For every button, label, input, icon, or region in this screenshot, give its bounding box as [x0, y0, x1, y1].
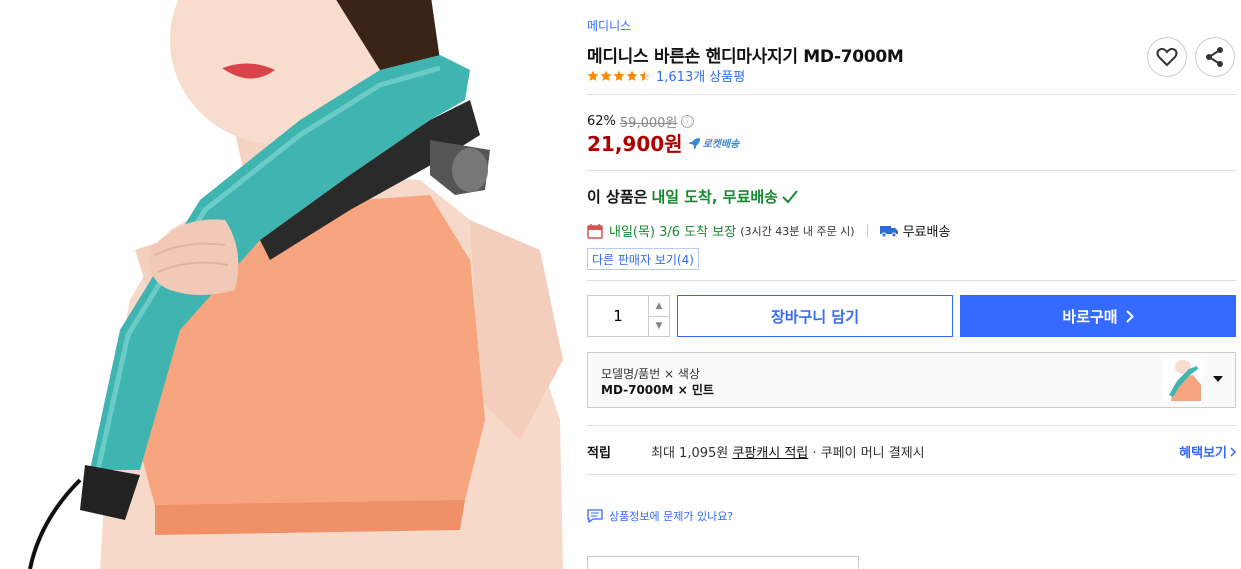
benefit-link[interactable]: 혜택보기	[1179, 442, 1236, 461]
star-half-icon	[639, 70, 651, 81]
product-photo	[28, 0, 563, 569]
add-to-cart-button[interactable]: 장바구니 담기	[677, 295, 953, 337]
quantity-down-button[interactable]: ▼	[649, 315, 669, 336]
sale-price: 21,900원	[587, 132, 683, 156]
wishlist-button[interactable]	[1147, 37, 1187, 77]
report-issue-link[interactable]: 상품정보에 문제가 있나요?	[587, 508, 733, 524]
other-sellers-button[interactable]: 다른 판매자 보기(4)	[587, 248, 699, 270]
rocket-delivery-badge: 로켓배송	[688, 135, 740, 150]
product-page: 메디니스 메디니스 바른손 핸디마사지기 MD-7000M 1,613개 상품평	[0, 0, 1241, 569]
option-value: MD-7000M × 민트	[601, 383, 714, 397]
option-thumbnail-image	[1163, 359, 1203, 401]
delivery-date: 내일(목) 3/6 도착 보장	[609, 225, 737, 240]
star-icon	[587, 70, 599, 81]
message-icon	[587, 509, 603, 523]
star-icon	[600, 70, 612, 81]
product-info-panel: 메디니스 메디니스 바른손 핸디마사지기 MD-7000M 1,613개 상품평	[587, 0, 1237, 569]
reward-text: 최대 1,095원 쿠팡캐시 적립 · 쿠페이 머니 결제시	[651, 442, 925, 461]
truck-icon	[879, 225, 898, 237]
quantity-up-button[interactable]: ▲	[649, 296, 669, 316]
brand-link[interactable]: 메디니스	[587, 17, 631, 34]
divider	[587, 94, 1236, 95]
option-thumbnail	[1163, 359, 1203, 401]
order-cutoff: (3시간 43분 내 주문 시)	[740, 224, 855, 238]
chevron-right-icon	[1125, 309, 1134, 323]
info-icon[interactable]: ⓘ	[681, 115, 695, 128]
star-icon	[626, 70, 638, 81]
star-rating	[587, 70, 651, 82]
delivery-row: 내일(목) 3/6 도착 보장 (3시간 43분 내 주문 시) 무료배송	[587, 221, 950, 240]
free-shipping-label: 무료배송	[902, 225, 951, 240]
calendar-icon	[587, 223, 603, 239]
bottom-panel	[587, 556, 859, 569]
buy-now-button[interactable]: 바로구매	[960, 295, 1236, 337]
arrival-prefix: 이 상품은	[587, 188, 648, 206]
arrival-highlight: 내일 도착, 무료배송	[651, 188, 778, 206]
buy-now-label: 바로구매	[1062, 307, 1118, 326]
chevron-down-icon	[1213, 376, 1223, 382]
reward-suffix: · 쿠페이 머니 결제시	[808, 446, 925, 461]
quantity-stepper: ▲ ▼	[587, 295, 670, 337]
reward-label: 적립	[587, 446, 611, 461]
price-sale-row: 21,900원 로켓배송	[587, 128, 739, 157]
arrival-headline: 이 상품은 내일 도착, 무료배송	[587, 186, 798, 207]
rocket-icon	[688, 137, 700, 149]
divider	[587, 425, 1236, 426]
heart-icon	[1156, 47, 1178, 67]
reward-row: 적립 최대 1,095원 쿠팡캐시 적립 · 쿠페이 머니 결제시 혜택보기	[587, 442, 1236, 461]
quantity-buttons: ▲ ▼	[648, 296, 669, 336]
product-title: 메디니스 바른손 핸디마사지기 MD-7000M	[587, 47, 904, 67]
divider	[587, 170, 1236, 171]
review-count[interactable]: 1,613개 상품평	[656, 66, 745, 85]
option-label: 모델명/품번 × 색상	[601, 367, 701, 381]
report-label: 상품정보에 문제가 있나요?	[609, 510, 734, 523]
share-icon	[1206, 47, 1223, 67]
star-icon	[613, 70, 625, 81]
rocket-label: 로켓배송	[702, 139, 740, 150]
rating-row[interactable]: 1,613개 상품평	[587, 66, 745, 85]
quantity-input[interactable]	[588, 296, 648, 336]
share-button[interactable]	[1195, 37, 1235, 77]
reward-amount: 최대 1,095원	[651, 446, 733, 461]
benefit-label: 혜택보기	[1179, 446, 1227, 461]
divider	[587, 280, 1236, 281]
product-image[interactable]	[0, 0, 575, 569]
separator	[866, 223, 868, 238]
checkmark-icon	[782, 189, 798, 203]
chevron-right-icon	[1230, 446, 1236, 457]
option-selector[interactable]: 모델명/품번 × 색상 MD-7000M × 민트	[587, 352, 1236, 408]
coupang-cash-link[interactable]: 쿠팡캐시 적립	[732, 446, 808, 461]
divider	[587, 474, 1236, 475]
discount-rate: 62%	[587, 114, 616, 129]
